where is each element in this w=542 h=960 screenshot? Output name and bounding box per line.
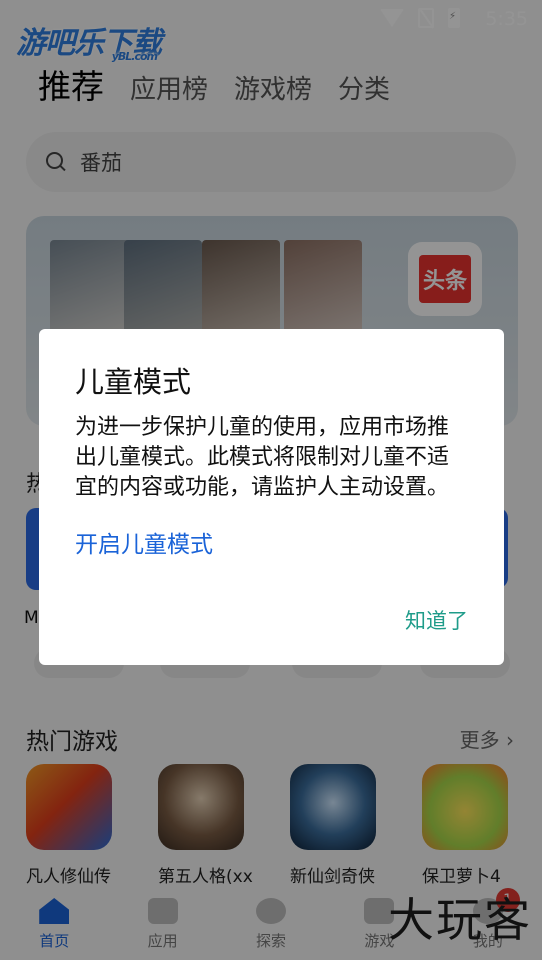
ok-button[interactable]: 知道了 bbox=[405, 605, 468, 635]
kids-mode-dialog: 儿童模式 为进一步保护儿童的使用，应用市场推出儿童模式。此模式将限制对儿童不适宜… bbox=[39, 329, 504, 665]
dialog-body: 为进一步保护儿童的使用，应用市场推出儿童模式。此模式将限制对儿童不适宜的内容或功… bbox=[75, 415, 450, 500]
corner-watermark: 大玩客 bbox=[388, 893, 532, 947]
dialog-title: 儿童模式 bbox=[75, 365, 192, 399]
enable-kids-mode-link[interactable]: 开启儿童模式 bbox=[75, 525, 213, 559]
